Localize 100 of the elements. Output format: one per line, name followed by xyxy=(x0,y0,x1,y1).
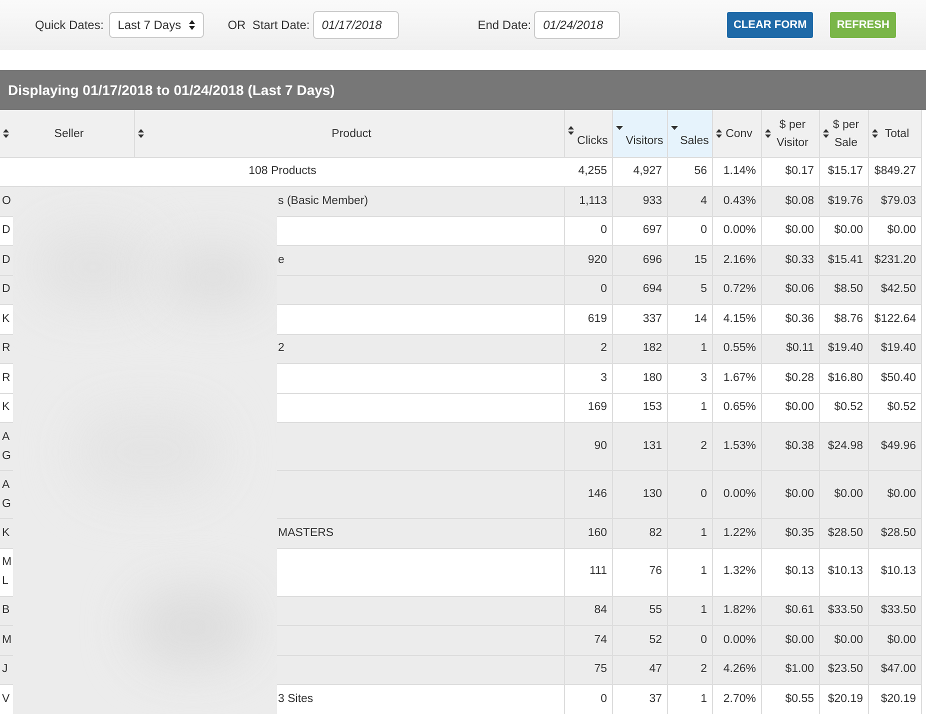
table-cell: 1 xyxy=(668,334,713,363)
table-row[interactable]: MASTERS 160 82 1 1.22% $0.35 $28.50 $28.50 xyxy=(277,519,922,548)
table-cell: 4,255 xyxy=(565,158,613,186)
seller-text: R xyxy=(2,370,12,386)
table-row[interactable]: 0 697 0 0.00% $0.00 $0.00 $0.00 xyxy=(277,216,922,246)
column-header[interactable]: Seller xyxy=(0,110,135,157)
table-row[interactable]: 169 153 1 0.65% $0.00 $0.52 $0.52 xyxy=(277,394,922,423)
sort-icon[interactable] xyxy=(823,129,829,138)
table-cell: 0.00% xyxy=(713,626,762,654)
table-cell: 696 xyxy=(613,246,668,274)
table-cell: 0 xyxy=(668,471,713,518)
table-cell: 2 xyxy=(668,656,713,684)
quick-dates-select[interactable]: Last 7 Days xyxy=(108,12,204,38)
table-cell: $1.00 xyxy=(762,656,820,684)
table-row[interactable]: 111 76 1 1.32% $0.13 $10.13 $10.13 xyxy=(277,548,922,596)
seller-text: V xyxy=(2,692,11,707)
table-cell: 0 xyxy=(565,685,613,714)
sort-icon[interactable] xyxy=(568,126,574,135)
table-cell: $0.06 xyxy=(762,276,820,304)
table-row[interactable]: 75 47 2 4.26% $1.00 $23.50 $47.00 xyxy=(277,656,922,685)
table-cell: 1.67% xyxy=(713,364,762,392)
sort-icon[interactable] xyxy=(872,129,878,138)
end-date-label: End Date: xyxy=(478,17,532,34)
table-cell: 180 xyxy=(613,364,668,392)
table-cell: $0.08 xyxy=(762,187,820,216)
table-cell: $0.00 xyxy=(820,216,869,245)
column-header[interactable]: $ per Visitor xyxy=(762,110,820,157)
table-cell: $122.64 xyxy=(869,305,922,334)
quick-dates-label: Quick Dates: xyxy=(35,17,104,34)
table-cell: 0.00% xyxy=(713,216,762,245)
table-row[interactable]: 619 337 14 4.15% $0.36 $8.76 $122.64 xyxy=(277,305,922,334)
table-row[interactable]: 146 130 0 0.00% $0.00 $0.00 $0.00 xyxy=(277,471,922,519)
table-cell: 2.70% xyxy=(713,685,762,714)
table-row[interactable]: 84 55 1 1.82% $0.61 $33.50 $33.50 xyxy=(277,596,922,626)
column-header[interactable]: Total xyxy=(869,110,922,157)
column-header[interactable]: Visitors xyxy=(613,110,668,157)
table-cell: 1 xyxy=(668,596,713,625)
sort-icon[interactable] xyxy=(765,129,771,138)
table-row[interactable]: 90 131 2 1.53% $0.38 $24.98 $49.96 xyxy=(277,423,922,471)
table-cell: $28.50 xyxy=(820,519,869,548)
table-cell: $49.96 xyxy=(869,423,922,470)
table-cell: 4,927 xyxy=(613,158,668,186)
table-row[interactable]: 3 180 3 1.67% $0.28 $16.80 $50.40 xyxy=(277,364,922,394)
end-date-field[interactable]: 01/24/2018 xyxy=(534,11,620,39)
table-row[interactable]: e 920 696 15 2.16% $0.33 $15.41 $231.20 xyxy=(277,246,922,276)
table-cell: $28.50 xyxy=(869,519,922,548)
table-cell: 47 xyxy=(613,656,668,684)
table-cell: 0.65% xyxy=(713,394,762,422)
column-header[interactable]: $ per Sale xyxy=(820,110,869,157)
table-cell: $10.13 xyxy=(820,548,869,596)
table-cell: $0.52 xyxy=(869,394,922,422)
table-cell: 130 xyxy=(613,471,668,518)
table-cell: 619 xyxy=(565,305,613,334)
sort-icon[interactable] xyxy=(716,129,722,138)
table-cell: $0.00 xyxy=(820,626,869,654)
seller-text: B xyxy=(2,603,11,618)
table-cell: $79.03 xyxy=(869,187,922,216)
table-cell: $0.00 xyxy=(869,471,922,518)
column-header[interactable]: Conv xyxy=(713,110,762,157)
sort-descending-icon[interactable] xyxy=(671,126,678,130)
sort-descending-icon[interactable] xyxy=(616,126,623,130)
table-cell: 697 xyxy=(613,216,668,245)
table-cell: 82 xyxy=(613,519,668,548)
table-cell: 55 xyxy=(613,596,668,625)
table-cell: $33.50 xyxy=(820,596,869,625)
table-row[interactable]: 0 694 5 0.72% $0.06 $8.50 $42.50 xyxy=(277,276,922,305)
table-cell: 90 xyxy=(565,423,613,470)
table-cell: 1 xyxy=(668,519,713,548)
table-cell: 920 xyxy=(565,246,613,274)
sort-icon[interactable] xyxy=(3,129,9,138)
table-row[interactable]: 3 Sites 0 37 1 2.70% $0.55 $20.19 $20.19 xyxy=(277,685,922,714)
product-text: s (Basic Member) xyxy=(278,194,368,209)
table-cell: $0.52 xyxy=(820,394,869,422)
table-row[interactable]: 74 52 0 0.00% $0.00 $0.00 $0.00 xyxy=(277,626,922,656)
seller-text: A xyxy=(2,430,11,444)
report-title: Displaying 01/17/2018 to 01/24/2018 (Last 7 Days) xyxy=(8,80,335,100)
table-cell: 1.53% xyxy=(713,423,762,470)
table-cell: 4.26% xyxy=(713,656,762,684)
table-cell: 0.55% xyxy=(713,334,762,363)
table-row[interactable]: s (Basic Member) 1,113 933 4 0.43% $0.08 $19.76 $79.03 xyxy=(277,187,922,216)
table-cell: $0.00 xyxy=(762,394,820,422)
table-cell: 1.14% xyxy=(713,158,762,186)
table-row[interactable]: 2 2 182 1 0.55% $0.11 $19.40 $19.40 xyxy=(277,334,922,364)
clear-form-button[interactable]: CLEAR FORM xyxy=(727,12,814,38)
table-cell: 160 xyxy=(565,519,613,548)
seller-text: G xyxy=(2,448,12,464)
table-cell: $8.50 xyxy=(820,276,869,304)
column-header[interactable]: Sales xyxy=(668,110,713,157)
table-cell: 4.15% xyxy=(713,305,762,334)
table-cell: $19.40 xyxy=(869,334,922,363)
start-date-label: OR Start Date: xyxy=(228,17,310,34)
seller-text: M xyxy=(2,632,13,648)
table-cell: 0.00% xyxy=(713,471,762,518)
column-header[interactable]: Product xyxy=(135,110,565,157)
start-date-field[interactable]: 01/17/2018 xyxy=(312,11,399,39)
table-cell: 1.22% xyxy=(713,519,762,548)
table-cell: 14 xyxy=(668,305,713,334)
table-cell: 0.72% xyxy=(713,276,762,304)
table-cell: 37 xyxy=(613,685,668,714)
sort-icon[interactable] xyxy=(138,129,144,138)
